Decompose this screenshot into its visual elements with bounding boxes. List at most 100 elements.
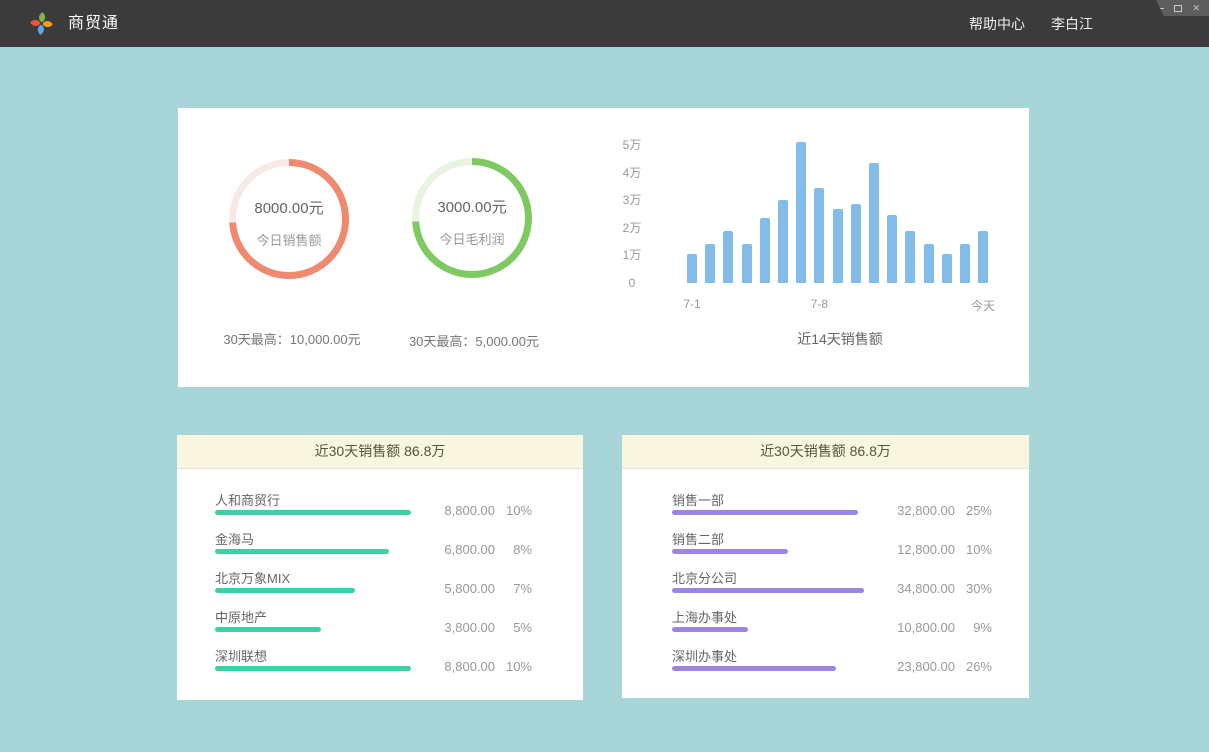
row-bar	[672, 549, 788, 554]
row-bar	[672, 588, 864, 593]
y-axis-label: 2万	[609, 221, 655, 236]
row-amount: 8,800.00	[415, 659, 495, 674]
x-axis-label: 7-1	[683, 297, 700, 311]
row-label: 金海马	[215, 529, 254, 548]
row-amount: 10,800.00	[875, 620, 955, 635]
y-axis-label: 5万	[609, 138, 655, 153]
row-label: 人和商贸行	[215, 490, 280, 509]
app-logo-pinwheel-icon	[29, 11, 54, 36]
profit-30d-max: 30天最高：5,000.00元	[364, 331, 584, 350]
row-percent: 25%	[955, 503, 992, 518]
row-percent: 10%	[495, 659, 532, 674]
sales-bar-plot	[670, 145, 1010, 283]
day-bar-10	[851, 204, 861, 283]
today-profit-gauge: 3000.00元 今日毛利润	[412, 158, 532, 278]
day-bar-15	[942, 254, 952, 283]
row-percent: 10%	[955, 542, 992, 557]
row-amount: 6,800.00	[415, 542, 495, 557]
window-controls: ✕	[1145, 0, 1209, 16]
row-label: 深圳办事处	[672, 646, 737, 665]
list-row: 深圳办事处 23,800.0026%	[672, 642, 992, 681]
row-percent: 10%	[495, 503, 532, 518]
row-bar	[672, 510, 858, 515]
top-customers-card: 近30天销售额 86.8万 人和商贸行8,800.0010%金海马6,800.0…	[177, 435, 583, 700]
row-percent: 26%	[955, 659, 992, 674]
list-row: 北京分公司 34,800.0030%	[672, 564, 992, 603]
row-amount: 34,800.00	[875, 581, 955, 596]
minimize-icon[interactable]	[1156, 8, 1164, 9]
row-bar	[215, 510, 411, 515]
list-row: 深圳联想 8,800.0010%	[215, 642, 532, 681]
day-bar-17	[978, 231, 988, 283]
day-bar-13	[905, 231, 915, 283]
row-amount: 3,800.00	[415, 620, 495, 635]
row-label: 销售一部	[672, 490, 724, 509]
row-bar	[215, 549, 389, 554]
row-label: 北京万象MIX	[215, 568, 290, 587]
row-bar	[215, 588, 355, 593]
day-bar-1	[687, 254, 697, 283]
customers-list: 人和商贸行8,800.0010%金海马6,800.008%北京万象MIX5,80…	[177, 469, 583, 681]
bar-chart-y-axis: 5万4万3万2万1万0	[609, 145, 655, 295]
close-icon[interactable]: ✕	[1192, 4, 1200, 13]
current-user-link[interactable]: 李白江	[1051, 14, 1093, 34]
row-percent: 30%	[955, 581, 992, 596]
customers-card-title: 近30天销售额 86.8万	[177, 435, 583, 469]
list-row: 北京万象MIX 5,800.007%	[215, 564, 532, 603]
list-row: 金海马 6,800.008%	[215, 525, 532, 564]
row-percent: 7%	[495, 581, 532, 596]
row-amount: 32,800.00	[875, 503, 955, 518]
row-label: 销售二部	[672, 529, 724, 548]
maximize-icon[interactable]	[1174, 5, 1182, 12]
row-amount: 5,800.00	[415, 581, 495, 596]
departments-list: 销售一部 32,800.0025% 销售二部 12,800.0010% 北京分公司 34,…	[622, 469, 1029, 681]
day-bar-2	[705, 244, 715, 283]
today-profit-value: 3000.00元	[437, 196, 506, 217]
list-row: 上海办事处10,800.009%	[672, 603, 992, 642]
bar-chart-title: 近14天销售额	[670, 329, 1010, 349]
day-bar-3	[723, 231, 733, 283]
day-bar-6	[778, 200, 788, 283]
row-percent: 8%	[495, 542, 532, 557]
today-profit-label: 今日毛利润	[439, 229, 504, 248]
today-sales-label: 今日销售额	[256, 230, 321, 249]
list-row: 人和商贸行 8,800.0010%	[215, 486, 532, 525]
list-row: 中原地产 3,800.005%	[215, 603, 532, 642]
x-axis-label: 7-8	[811, 297, 828, 311]
row-bar	[215, 666, 411, 671]
day-bar-9	[833, 209, 843, 284]
row-percent: 9%	[955, 620, 992, 635]
daily-sales-bar-chart: 近14天销售额 7-1 7-8 今天	[670, 145, 1010, 385]
row-label: 中原地产	[215, 607, 267, 626]
titlebar: 商贸通 帮助中心 李白江 ✕	[0, 0, 1209, 47]
row-percent: 5%	[495, 620, 532, 635]
y-axis-label: 4万	[609, 166, 655, 181]
row-label: 深圳联想	[215, 646, 267, 665]
row-amount: 12,800.00	[875, 542, 955, 557]
app-title: 商贸通	[68, 0, 119, 47]
top-departments-card: 近30天销售额 86.8万 销售一部 32,800.0025% 销售二部 12,800…	[622, 435, 1029, 698]
help-center-link[interactable]: 帮助中心	[969, 14, 1025, 34]
day-bar-4	[742, 244, 752, 283]
day-bar-14	[924, 244, 934, 283]
y-axis-label: 1万	[609, 248, 655, 263]
day-bar-5	[760, 218, 770, 283]
departments-card-title: 近30天销售额 86.8万	[622, 435, 1029, 469]
row-amount: 8,800.00	[415, 503, 495, 518]
day-bar-7	[796, 142, 806, 283]
row-bar	[672, 627, 748, 632]
list-row: 销售一部 32,800.0025%	[672, 486, 992, 525]
y-axis-label: 0	[609, 276, 655, 291]
overview-card: 8000.00元 今日销售额 30天最高：10,000.00元 3000.00元…	[178, 108, 1029, 387]
day-bar-11	[869, 163, 879, 283]
day-bar-12	[887, 215, 897, 283]
row-label: 北京分公司	[672, 568, 737, 587]
day-bar-16	[960, 244, 970, 283]
row-bar	[215, 627, 321, 632]
row-bar	[672, 666, 836, 671]
y-axis-label: 3万	[609, 193, 655, 208]
row-amount: 23,800.00	[875, 659, 955, 674]
x-axis-label: 今天	[971, 297, 995, 314]
today-sales-value: 8000.00元	[254, 197, 323, 218]
list-row: 销售二部 12,800.0010%	[672, 525, 992, 564]
